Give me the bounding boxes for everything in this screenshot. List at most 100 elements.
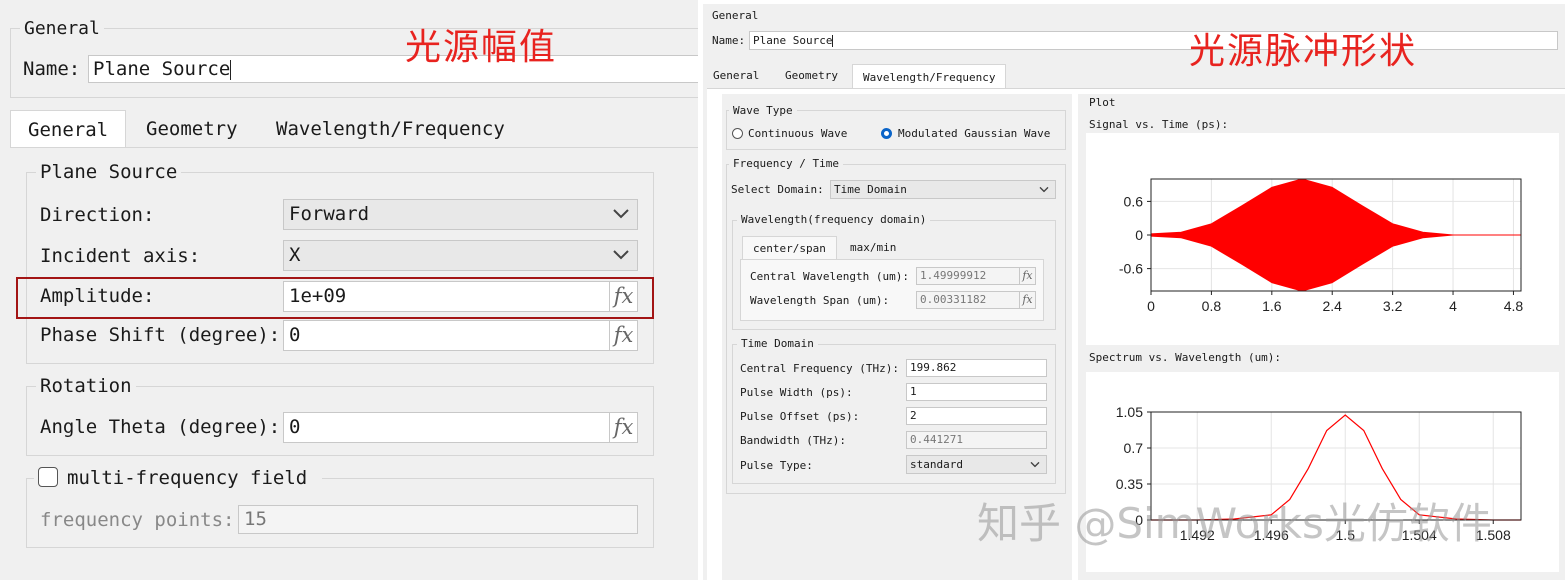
subtab-center-span-label: center/span [753,242,826,255]
multi-frequency-label: multi-frequency field [67,467,308,489]
y-tick-label: 0.7 [1124,440,1144,456]
phase-shift-label: Phase Shift (degree): [40,324,281,346]
general-group-label: General [712,9,759,22]
y-tick-label: 1.05 [1116,404,1143,420]
select-domain-label: Select Domain: [731,183,824,196]
tab-wavelength-frequency[interactable]: Wavelength/Frequency [268,110,513,148]
pulse-type-value: standard [910,458,963,471]
tab-general[interactable]: General [707,64,765,88]
tab-geometry-label: Geometry [146,118,238,140]
pulse-shape-annotation: 光源脉冲形状 [1189,31,1418,72]
fx-button[interactable]: fx [609,413,637,442]
signal-chart: 0 0.8 1.6 2.4 3.2 4 4.8 0.6 0 -0.6 [1086,133,1559,345]
chevron-down-icon [613,249,629,259]
wavelength-group-label: Wavelength(frequency domain) [737,213,931,226]
x-tick-label: 4 [1449,298,1457,314]
tab-geometry[interactable]: Geometry [138,110,246,148]
fx-button[interactable]: fx [1019,292,1035,308]
pulse-offset-value: 2 [910,409,917,422]
watermark: 知乎 @SimWorks光仿软件 [977,499,1492,548]
x-tick-label: 1.6 [1262,298,1282,314]
subtab-max-min-label: max/min [850,241,897,254]
gaussian-wave-label: Modulated Gaussian Wave [898,127,1051,140]
wavelength-span-value: 0.00331182 [920,293,987,306]
signal-plot-title: Signal vs. Time (ps): [1089,118,1229,131]
pulse-type-select[interactable]: standard [906,455,1047,474]
phase-shift-value: 0 [289,324,301,346]
y-tick-label: 0 [1135,227,1143,243]
time-domain-group-label: Time Domain [737,337,818,350]
tab-wavelength-label: Wavelength/Frequency [276,118,505,140]
tab-general[interactable]: General [10,110,126,148]
plane-source-group-label: Plane Source [36,161,182,183]
x-tick-label: 3.2 [1383,298,1403,314]
bandwidth-label: Bandwidth (THz): [740,434,846,447]
y-tick-label: -0.6 [1119,261,1143,277]
central-wavelength-label: Central Wavelength (um): [750,270,909,283]
rotation-group-label: Rotation [36,375,136,397]
gaussian-wave-radio[interactable] [881,128,892,139]
angle-theta-value: 0 [289,416,301,438]
x-tick-label: 4.8 [1504,298,1524,314]
chevron-down-icon [613,208,629,218]
left-properties-panel: General Name: Plane Source General Geome… [0,0,698,580]
pulse-width-input[interactable]: 1 [906,383,1047,401]
name-input[interactable]: Plane Source [88,55,698,83]
central-frequency-value: 199.862 [910,361,957,374]
direction-value: Forward [289,203,370,225]
frequency-time-label: Frequency / Time [729,157,843,170]
direction-select[interactable]: Forward [283,199,638,230]
fx-button[interactable]: fx [1019,268,1035,284]
phase-shift-input[interactable]: 0 fx [283,320,638,351]
fx-button[interactable]: fx [609,321,637,350]
tab-general-label: General [28,119,109,141]
bandwidth-input[interactable]: 0.441271 [906,431,1047,449]
tab-general-label: General [713,69,760,82]
incident-axis-value: X [289,244,301,266]
y-tick-label: 0.6 [1124,193,1144,209]
incident-axis-select[interactable]: X [283,240,638,271]
subtab-center-span[interactable]: center/span [742,236,837,260]
amplitude-highlight-box [16,277,654,319]
general-group-label: General [20,18,104,39]
angle-theta-input[interactable]: 0 fx [283,412,638,443]
wavelength-span-label: Wavelength Span (um): [750,294,890,307]
plot-group-label: Plot [1089,96,1116,109]
pulse-offset-label: Pulse Offset (ps): [740,410,860,423]
tab-geometry[interactable]: Geometry [779,64,844,88]
x-tick-label: 0 [1147,298,1155,314]
pulse-width-value: 1 [910,385,917,398]
central-wavelength-input[interactable]: 1.49999912 fx [916,267,1036,285]
tab-wavelength-label: Wavelength/Frequency [863,71,996,84]
pulse-width-label: Pulse Width (ps): [740,386,853,399]
central-frequency-input[interactable]: 199.862 [906,359,1047,377]
name-input-value: Plane Source [93,58,231,80]
chevron-down-icon [1030,461,1040,467]
continuous-wave-radio[interactable] [732,128,743,139]
wave-type-label: Wave Type [729,104,797,117]
amplitude-annotation: 光源幅值 [405,27,558,68]
name-input-value: Plane Source [753,34,833,47]
name-input[interactable]: Plane Source [749,31,1558,50]
name-label: Name: [712,34,746,47]
tab-wavelength-frequency[interactable]: Wavelength/Frequency [852,64,1007,89]
frequency-points-input[interactable]: 15 [238,505,638,534]
incident-axis-label: Incident axis: [40,245,201,267]
direction-label: Direction: [40,204,155,226]
frequency-points-label: frequency points: [40,509,235,531]
select-domain-select[interactable]: Time Domain [830,180,1056,199]
x-tick-label: 0.8 [1202,298,1222,314]
central-wavelength-value: 1.49999912 [920,269,987,282]
select-domain-value: Time Domain [834,183,907,196]
chevron-down-icon [1039,186,1049,192]
central-frequency-label: Central Frequency (THz): [740,362,899,375]
tab-geometry-label: Geometry [785,69,838,82]
pulse-offset-input[interactable]: 2 [906,407,1047,425]
wavelength-span-input[interactable]: 0.00331182 fx [916,291,1036,309]
x-tick-label: 2.4 [1322,298,1342,314]
spectrum-plot-title: Spectrum vs. Wavelength (um): [1089,351,1282,364]
multi-frequency-checkbox[interactable] [38,467,58,487]
pulse-type-label: Pulse Type: [740,459,813,472]
angle-theta-label: Angle Theta (degree): [40,416,281,438]
subtab-max-min[interactable]: max/min [840,236,906,260]
